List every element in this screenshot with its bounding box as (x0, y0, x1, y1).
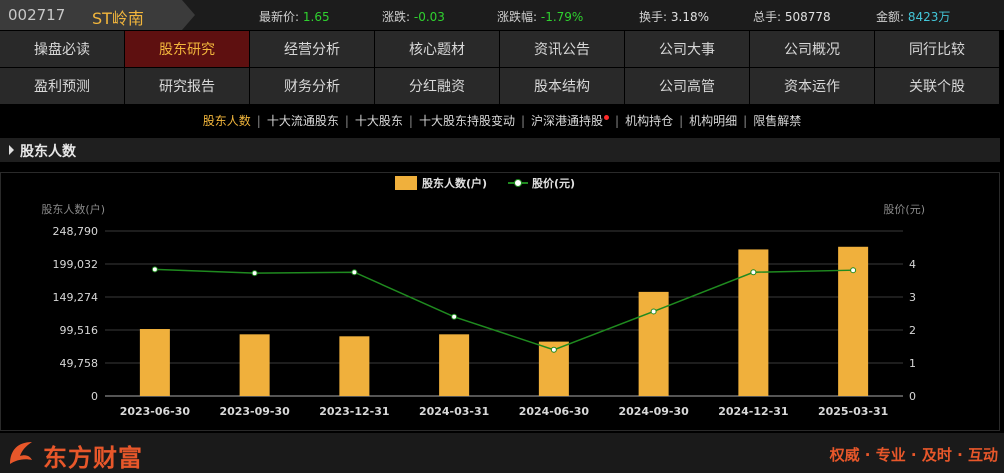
nav-row-2: 盈利预测 研究报告 财务分析 分红融资 股本结构 公司高管 资本运作 关联个股 (0, 68, 1004, 104)
quote-volume: 总手: 508778 (753, 10, 831, 24)
tab-separator: | (344, 114, 349, 128)
quote-change-pct: 涨跌幅: -1.79% (497, 10, 584, 24)
nav-row-1: 操盘必读 股东研究 经营分析 核心题材 资讯公告 公司大事 公司概况 同行比较 (0, 31, 1004, 67)
x-tick-label: 2024-03-31 (419, 405, 489, 418)
nav-button-1-8[interactable]: 同行比较 (875, 31, 999, 67)
eastmoney-logo-icon (10, 442, 32, 464)
price-point (151, 266, 158, 273)
nav-button-1-2[interactable]: 股东研究 (125, 31, 249, 67)
nav-button-1-1[interactable]: 操盘必读 (0, 31, 124, 67)
brand-slogan: 权威 · 专业 · 及时 · 互动 (829, 446, 998, 464)
nav-button-2-3[interactable]: 财务分析 (250, 68, 374, 104)
bar-shareholders (139, 329, 170, 396)
footer: 东方财富 权威 · 专业 · 及时 · 互动 (0, 433, 1004, 473)
price-point (451, 313, 458, 320)
y-tick-left: 0 (91, 390, 98, 403)
bar-shareholders (439, 334, 470, 396)
tab-separator: | (256, 114, 261, 128)
x-tick-label: 2023-09-30 (219, 405, 290, 418)
shareholder-chart: 0 0 49,758 1 99,516 2 149,274 3 199,032 4 248,790 股… (41, 176, 925, 418)
x-tick-label: 2023-06-30 (120, 405, 191, 418)
tab-separator: | (408, 114, 413, 128)
subtab-2[interactable]: 十大流通股东 (267, 114, 339, 128)
price-point (850, 267, 857, 274)
quote-bar: 002717 ST岭南 最新价: 1.65 涨跌: -0.03 涨跌幅: -1.… (0, 0, 1004, 30)
main-nav: 操盘必读 股东研究 经营分析 核心题材 资讯公告 公司大事 公司概况 同行比较 盈利预测 研究报… (0, 31, 1004, 105)
legend-bar-swatch (395, 176, 417, 190)
y-tick-left: 99,516 (60, 324, 99, 337)
nav-button-2-2[interactable]: 研究报告 (125, 68, 249, 104)
new-indicator-dot (604, 115, 610, 120)
tab-separator: | (615, 114, 620, 128)
nav-button-1-3[interactable]: 经营分析 (250, 31, 374, 67)
quote-change: 涨跌: -0.03 (382, 10, 445, 24)
stock-code: 002717 (8, 6, 66, 24)
section-header: 股东人数 (0, 138, 1000, 162)
quote-last-price: 最新价: 1.65 (259, 10, 330, 24)
stock-name: ST岭南 (92, 9, 144, 28)
legend-bar-label: 股东人数(户) (422, 176, 487, 190)
y-tick-left: 248,790 (53, 225, 99, 238)
x-tick-label: 2024-09-30 (618, 405, 689, 418)
legend-line-label: 股价(元) (532, 177, 575, 190)
nav-button-1-7[interactable]: 公司概况 (750, 31, 874, 67)
brand-logo-text: 东方财富 (43, 444, 143, 472)
y-tick-left: 49,758 (60, 357, 99, 370)
quote-turnover: 换手: 3.18% (639, 10, 709, 24)
price-point (251, 270, 258, 277)
stock-title-box: 002717 ST岭南 (0, 0, 195, 30)
x-tick-label: 2024-06-30 (519, 405, 590, 418)
x-tick-label: 2025-03-31 (818, 405, 888, 418)
nav-button-1-6[interactable]: 公司大事 (625, 31, 749, 67)
caret-right-icon (9, 145, 14, 155)
y-tick-left: 149,274 (53, 291, 99, 304)
price-point (550, 346, 557, 353)
y-tick-right: 1 (909, 357, 916, 370)
bar-shareholders (239, 334, 270, 396)
quote-amount: 金额: 8423万 (876, 10, 951, 24)
nav-button-2-4[interactable]: 分红融资 (375, 68, 499, 104)
y-tick-right: 0 (909, 390, 916, 403)
tab-separator: | (679, 114, 684, 128)
tab-separator: | (520, 114, 526, 128)
y-tick-right: 2 (909, 324, 916, 337)
bar-shareholders (339, 336, 370, 396)
legend-line-marker (514, 179, 522, 187)
nav-button-2-5[interactable]: 股本结构 (500, 68, 624, 104)
tab-separator: | (743, 114, 748, 128)
sub-tabs: 股东人数 | 十大流通股东 | 十大股东 | 十大股东持股变动 | 沪深港通持股 | 机构持仓 | 机构… (0, 110, 1004, 132)
subtab-7[interactable]: 机构明细 (689, 114, 737, 128)
price-point (750, 269, 757, 276)
y-tick-right: 4 (909, 258, 916, 271)
price-point (650, 308, 657, 315)
x-tick-label: 2023-12-31 (319, 405, 389, 418)
y-axis-label-left: 股东人数(户) (41, 202, 105, 216)
price-point (351, 269, 358, 276)
subtab-8[interactable]: 限售解禁 (753, 114, 801, 128)
nav-button-2-8[interactable]: 关联个股 (875, 68, 999, 104)
y-axis-label-right: 股价(元) (883, 203, 925, 216)
subtab-5[interactable]: 沪深港通持股 (531, 114, 603, 128)
nav-button-2-6[interactable]: 公司高管 (625, 68, 749, 104)
x-tick-label: 2024-12-31 (718, 405, 788, 418)
subtab-1[interactable]: 股东人数 (203, 114, 251, 128)
section-title: 股东人数 (20, 144, 76, 160)
subtab-3[interactable]: 十大股东 (355, 114, 403, 128)
subtab-4[interactable]: 十大股东持股变动 (419, 114, 515, 128)
nav-button-2-1[interactable]: 盈利预测 (0, 68, 124, 104)
nav-button-1-4[interactable]: 核心题材 (375, 31, 499, 67)
nav-button-2-7[interactable]: 资本运作 (750, 68, 874, 104)
y-tick-right: 3 (909, 291, 916, 304)
nav-button-1-5[interactable]: 资讯公告 (500, 31, 624, 67)
subtab-6[interactable]: 机构持仓 (625, 114, 673, 128)
y-tick-left: 199,032 (53, 258, 99, 271)
